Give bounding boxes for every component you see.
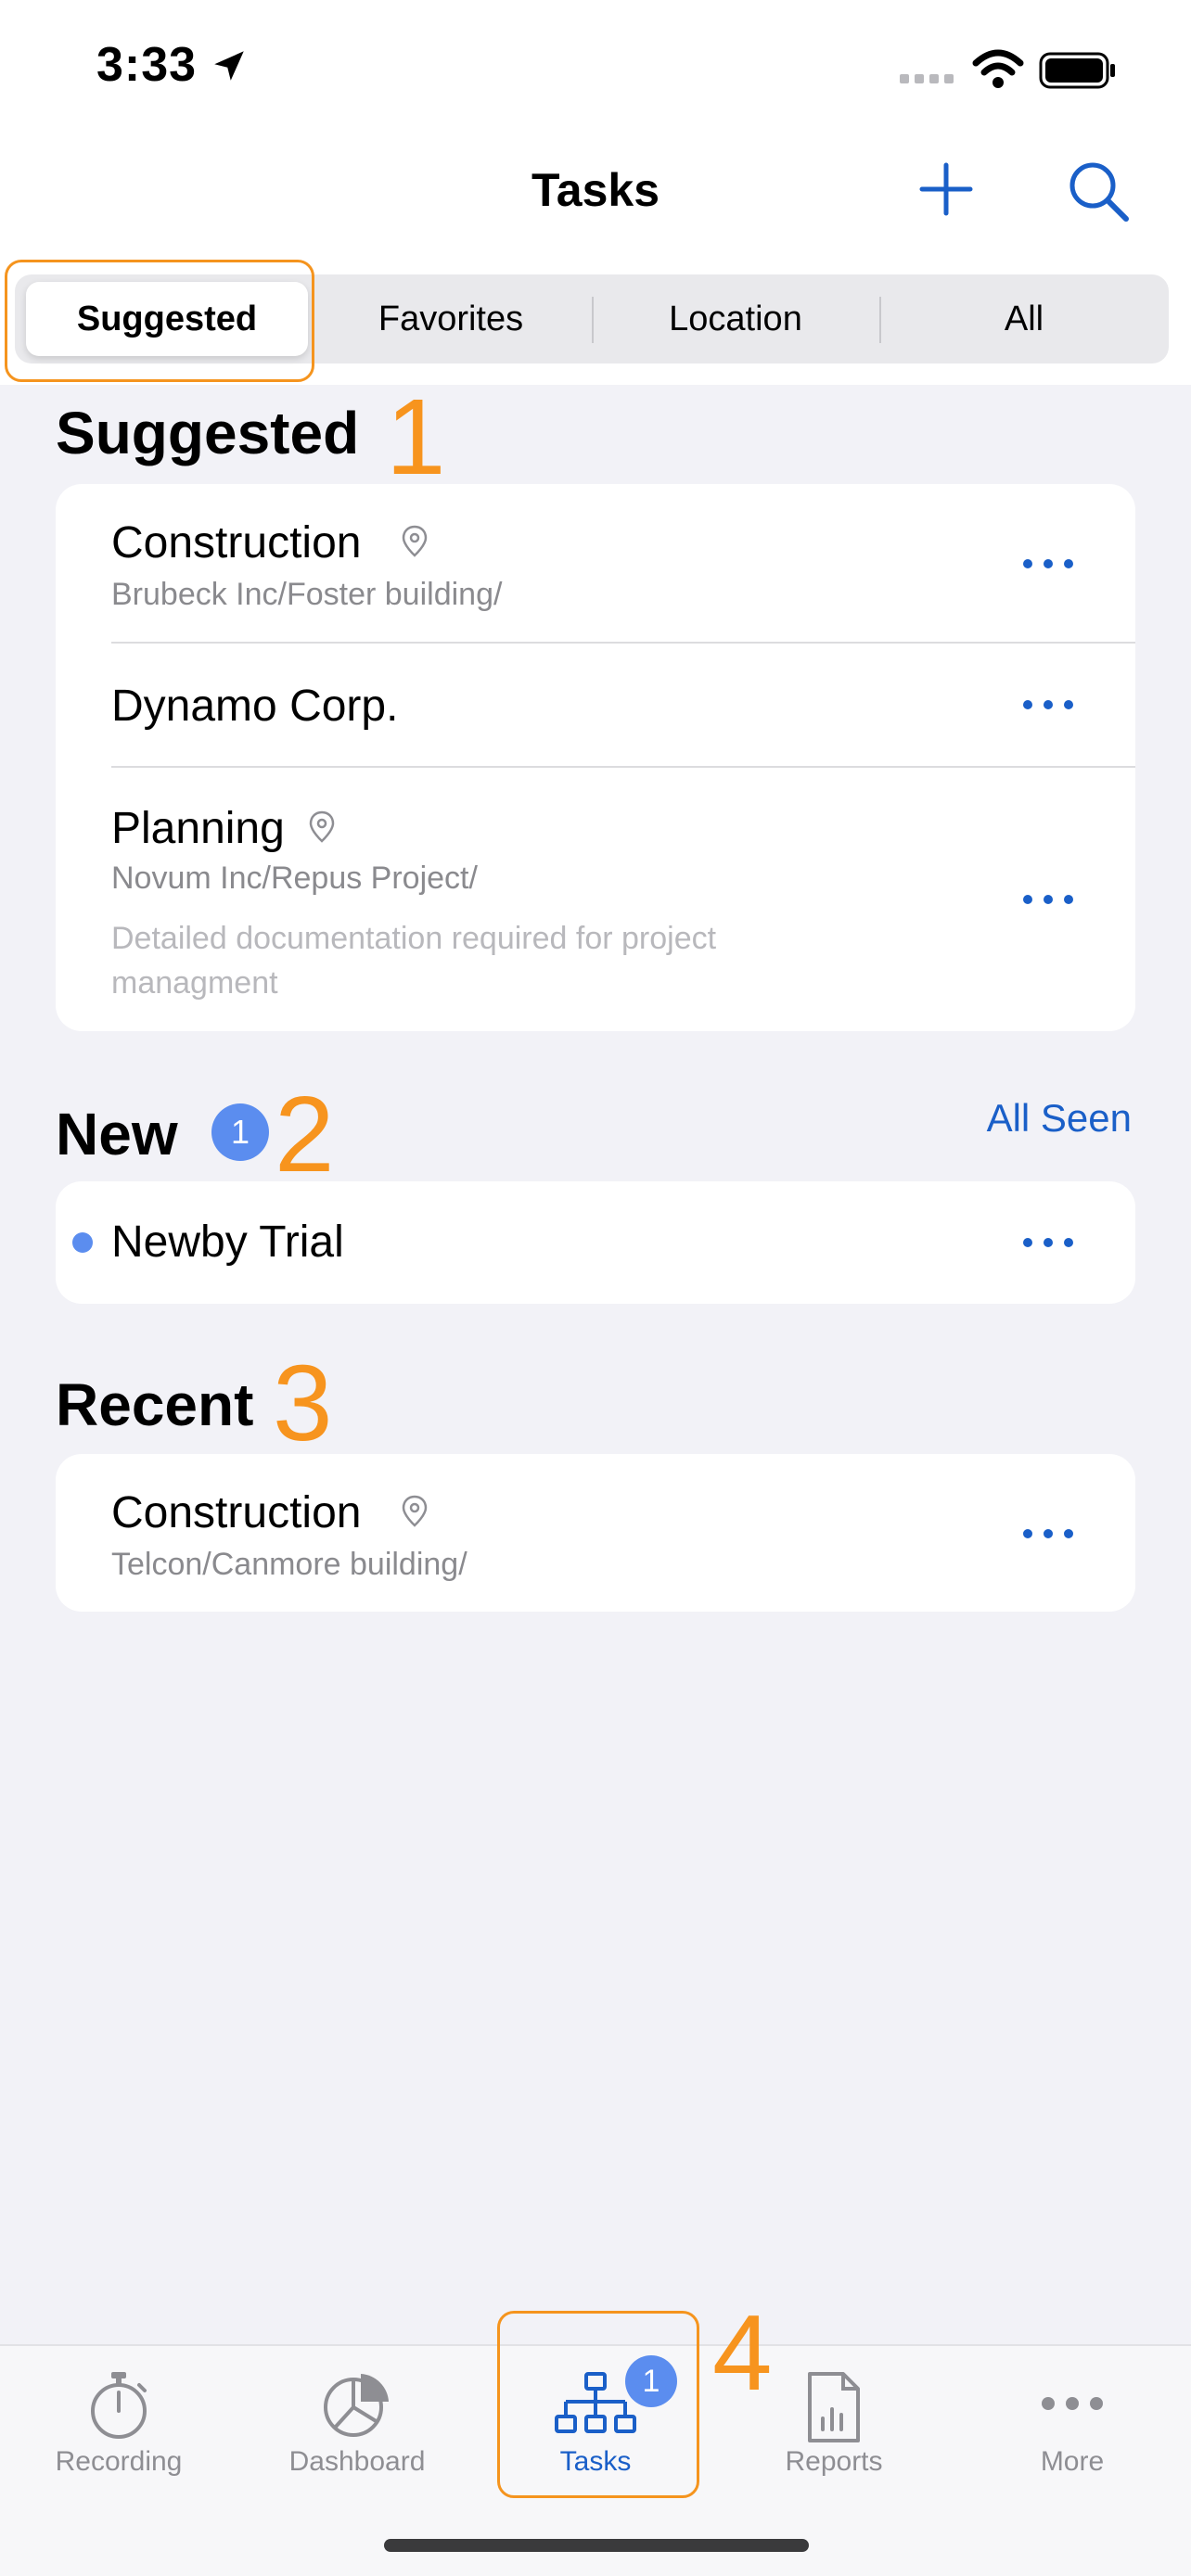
more-options-icon[interactable]	[1020, 695, 1076, 714]
location-pin-icon	[402, 1495, 428, 1527]
annotation-number-2: 2	[275, 1074, 335, 1194]
task-path: Novum Inc/Repus Project/	[111, 861, 478, 896]
status-bar: 3:33	[0, 0, 1191, 130]
task-path: Brubeck Inc/Foster building/	[111, 577, 503, 612]
task-title: Dynamo Corp.	[111, 682, 399, 731]
segmented-control: Suggested Favorites Location All	[15, 274, 1169, 363]
section-title-new: New	[56, 1101, 178, 1167]
more-options-icon[interactable]	[1020, 1233, 1076, 1252]
suggested-card: Construction Brubeck Inc/Foster building…	[56, 484, 1135, 1031]
tab-label: More	[1040, 2446, 1105, 2477]
pie-chart-icon	[324, 2374, 389, 2437]
status-time: 3:33	[96, 38, 198, 92]
task-title: Newby Trial	[111, 1218, 344, 1267]
add-task-button[interactable]	[916, 159, 976, 219]
tab-recording[interactable]: Recording	[0, 2346, 237, 2513]
unseen-dot	[72, 1232, 93, 1253]
location-pin-icon	[402, 525, 428, 557]
all-seen-button[interactable]: All Seen	[987, 1096, 1132, 1141]
segment-all[interactable]: All	[881, 274, 1167, 363]
stopwatch-icon	[91, 2372, 147, 2439]
search-button[interactable]	[1065, 158, 1132, 224]
tab-label: Recording	[55, 2446, 183, 2477]
tab-more[interactable]: More	[954, 2346, 1191, 2513]
tasks-badge: 1	[625, 2355, 677, 2407]
task-description: Detailed documentation required for proj…	[111, 921, 717, 1001]
list-item[interactable]: Newby Trial	[56, 1181, 1135, 1304]
ellipsis-icon	[1042, 2397, 1103, 2410]
annotation-number-4: 4	[712, 2292, 773, 2413]
list-item[interactable]: Dynamo Corp.	[56, 644, 1135, 766]
section-title-suggested: Suggested	[56, 400, 360, 466]
navigation-bar: Tasks Suggested Favorites Location All	[0, 130, 1191, 385]
battery-icon	[1039, 52, 1115, 89]
segment-favorites[interactable]: Favorites	[312, 274, 590, 363]
new-card: Newby Trial	[56, 1181, 1135, 1304]
tab-label: Reports	[785, 2446, 883, 2477]
task-title: Construction	[111, 1488, 362, 1537]
tab-dashboard[interactable]: Dashboard	[238, 2346, 476, 2513]
tab-tasks[interactable]: 1 Tasks	[477, 2346, 714, 2513]
list-item[interactable]: Construction Brubeck Inc/Foster building…	[56, 484, 1135, 642]
more-options-icon[interactable]	[1020, 555, 1076, 573]
annotation-number-3: 3	[273, 1343, 333, 1463]
task-path: Telcon/Canmore building/	[111, 1547, 467, 1582]
page-title: Tasks	[531, 164, 660, 216]
tab-label: Tasks	[559, 2446, 632, 2477]
tab-label: Dashboard	[288, 2446, 426, 2477]
task-title: Planning	[111, 804, 285, 853]
home-indicator	[384, 2539, 809, 2552]
more-options-icon[interactable]	[1020, 1524, 1076, 1543]
location-arrow-icon	[214, 51, 244, 81]
segment-suggested[interactable]: Suggested	[26, 282, 308, 356]
recent-card: Construction Telcon/Canmore building/	[56, 1454, 1135, 1612]
cellular-signal-icon	[900, 74, 954, 83]
report-document-icon	[808, 2372, 860, 2442]
segment-location[interactable]: Location	[594, 274, 877, 363]
more-options-icon[interactable]	[1020, 890, 1076, 909]
section-title-recent: Recent	[56, 1371, 254, 1438]
list-item[interactable]: Construction Telcon/Canmore building/	[56, 1454, 1135, 1612]
location-pin-icon	[309, 810, 335, 843]
annotation-number-1: 1	[386, 376, 446, 497]
wifi-icon	[972, 49, 1024, 88]
list-item[interactable]: Planning Novum Inc/Repus Project/ Detail…	[56, 768, 1135, 1031]
new-count-badge: 1	[211, 1103, 269, 1161]
task-title: Construction	[111, 518, 362, 567]
